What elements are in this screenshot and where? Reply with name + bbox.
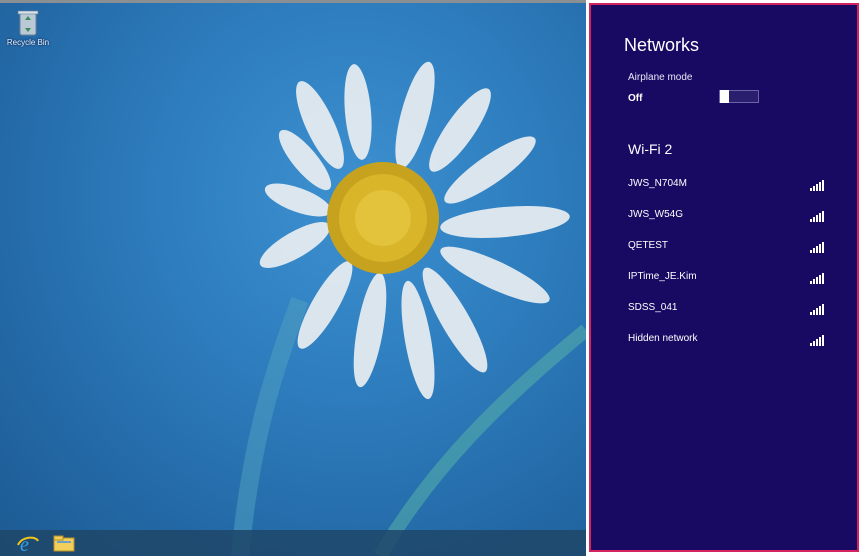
wifi-signal-icon xyxy=(810,272,824,284)
taskbar-ie-button[interactable]: e xyxy=(16,532,40,556)
airplane-mode-state: Off xyxy=(628,93,643,104)
folder-icon xyxy=(53,535,75,552)
network-item[interactable]: Hidden network xyxy=(628,332,838,363)
networks-panel: Networks Airplane mode Off Wi-Fi 2 JWS_N… xyxy=(589,3,859,552)
taskbar-file-explorer-button[interactable] xyxy=(52,532,76,554)
network-name: JWS_W54G xyxy=(628,209,684,220)
recycle-bin[interactable]: Recycle Bin xyxy=(6,8,50,47)
wifi-signal-icon xyxy=(810,179,824,191)
network-item[interactable]: QETEST xyxy=(628,239,838,270)
toggle-thumb xyxy=(720,90,729,103)
wifi-signal-icon xyxy=(810,334,824,346)
network-list: JWS_N704M JWS_W54G QETEST IPTime_JE.Kim … xyxy=(628,177,838,363)
network-item[interactable]: SDSS_041 xyxy=(628,301,838,332)
network-item[interactable]: JWS_W54G xyxy=(628,208,838,239)
network-name: SDSS_041 xyxy=(628,302,678,313)
daisy-wallpaper xyxy=(231,61,586,556)
panel-title: Networks xyxy=(624,35,700,55)
network-name: Hidden network xyxy=(628,333,698,344)
wifi-signal-icon xyxy=(810,241,824,253)
ie-icon: e xyxy=(17,534,39,556)
wifi-section-title: Wi-Fi 2 xyxy=(628,141,673,157)
network-name: IPTime_JE.Kim xyxy=(628,271,697,282)
desktop: Recycle Bin e xyxy=(0,0,586,556)
wifi-signal-icon xyxy=(810,210,824,222)
taskbar: e xyxy=(0,530,586,556)
recycle-bin-label: Recycle Bin xyxy=(6,38,50,47)
network-item[interactable]: JWS_N704M xyxy=(628,177,838,208)
network-name: QETEST xyxy=(628,240,669,251)
airplane-mode-toggle[interactable] xyxy=(719,90,759,103)
wifi-signal-icon xyxy=(810,303,824,315)
airplane-mode-label: Airplane mode xyxy=(628,72,693,83)
network-name: JWS_N704M xyxy=(628,178,687,189)
recycle-bin-icon xyxy=(17,10,39,36)
network-item[interactable]: IPTime_JE.Kim xyxy=(628,270,838,301)
